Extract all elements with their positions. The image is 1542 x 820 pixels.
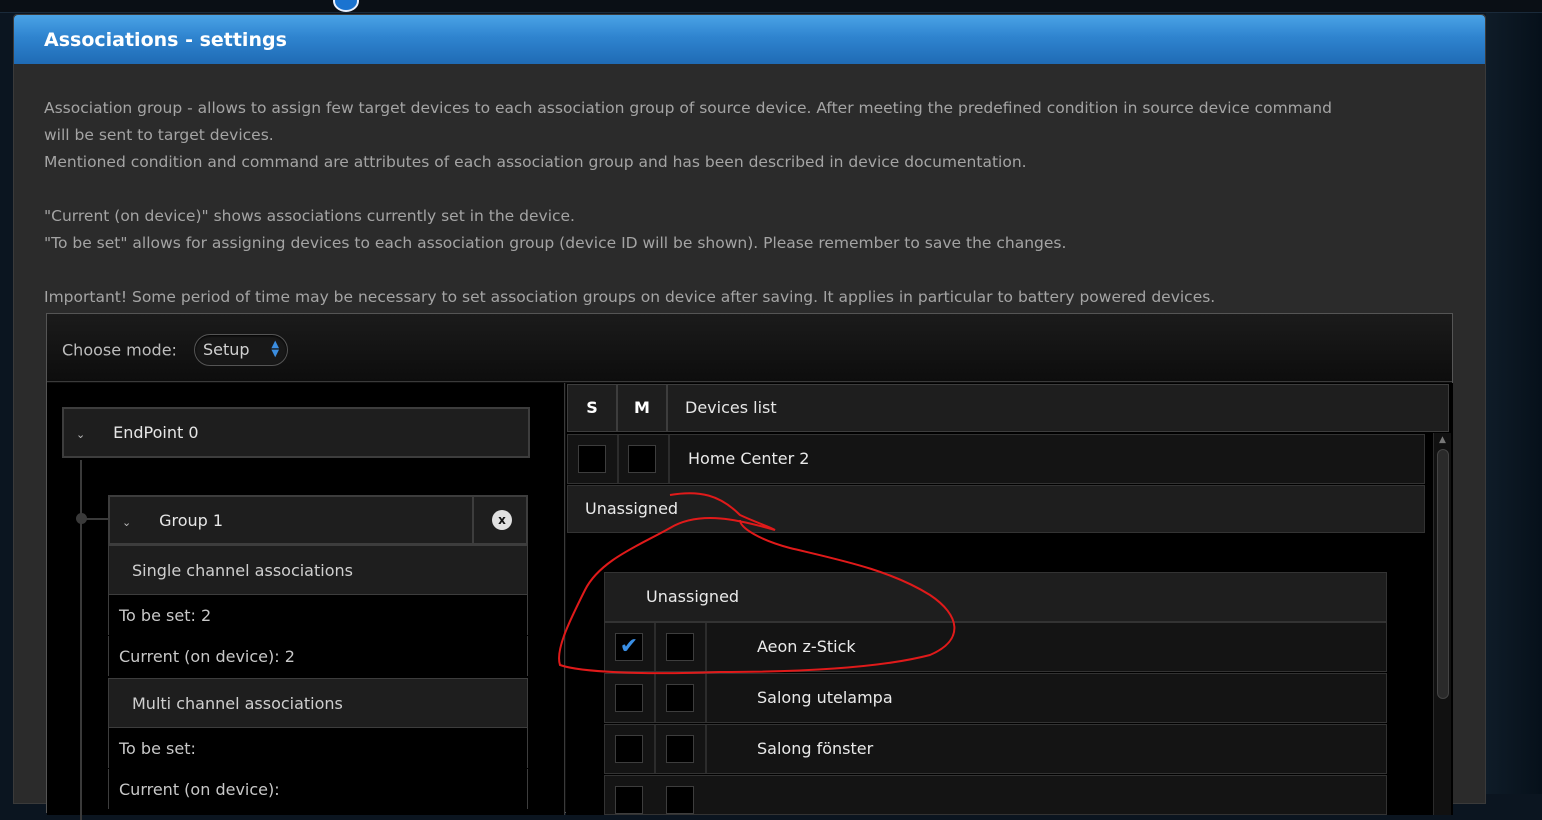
single-channel-label: Single channel associations <box>132 561 353 580</box>
m-checkbox[interactable] <box>666 735 694 763</box>
column-m-header[interactable]: M <box>617 384 667 432</box>
vertical-scrollbar[interactable]: ▲ <box>1433 433 1451 815</box>
select-arrows-icon: ▲ ▼ <box>271 339 280 359</box>
mode-label: Choose mode: <box>62 340 177 360</box>
description-line: Mentioned condition and command are attr… <box>44 153 1027 171</box>
group-divider <box>472 497 474 543</box>
associations-box: Choose mode: Setup ▲ ▼ ⌄ EndPoint 0 ⌄ Gro… <box>46 313 1453 820</box>
scroll-up-icon[interactable]: ▲ <box>1436 435 1449 447</box>
cell-divider <box>654 674 656 722</box>
group-row[interactable]: ⌄ Group 1 x <box>108 495 528 545</box>
subsection-label: Unassigned <box>646 587 740 606</box>
section-label: Unassigned <box>585 499 679 518</box>
description-line: "Current (on device)" shows associations… <box>44 207 575 225</box>
single-channel-header[interactable]: Single channel associations <box>108 545 528 595</box>
info-icon[interactable] <box>333 0 359 12</box>
s-checkbox[interactable] <box>615 735 643 763</box>
cell-divider <box>617 435 619 483</box>
m-checkbox[interactable] <box>666 786 694 814</box>
m-checkbox[interactable] <box>666 633 694 661</box>
s-checkbox-checked[interactable]: ✔ <box>615 633 643 661</box>
description-block: Association group - allows to assign few… <box>44 95 1444 311</box>
page-background-edge <box>1486 13 1542 794</box>
multi-channel-header[interactable]: Multi channel associations <box>108 678 528 728</box>
m-checkbox[interactable] <box>628 445 656 473</box>
section-unassigned[interactable]: Unassigned <box>567 485 1425 533</box>
multi-current-text: Current (on device): <box>119 780 280 799</box>
description-line: will be sent to target devices. <box>44 126 274 144</box>
device-name: Aeon z-Stick <box>757 637 856 656</box>
single-to-be-set-text: To be set: 2 <box>119 606 212 625</box>
description-line: "To be set" allows for assigning devices… <box>44 234 1067 252</box>
m-checkbox[interactable] <box>666 684 694 712</box>
s-checkbox[interactable] <box>578 445 606 473</box>
devices-header-row: S M Devices list <box>567 384 1449 432</box>
devices-list-header: Devices list <box>667 384 1449 432</box>
device-row[interactable]: Salong fönster <box>604 724 1387 774</box>
endpoint-label: EndPoint 0 <box>113 423 199 442</box>
cell-divider <box>654 623 656 671</box>
close-icon[interactable]: x <box>492 510 512 530</box>
cell-divider <box>705 623 707 671</box>
endpoint-row[interactable]: ⌄ EndPoint 0 <box>62 407 530 458</box>
device-row-home-center[interactable]: Home Center 2 <box>567 434 1425 484</box>
cell-divider <box>654 725 656 773</box>
endpoint-tree: ⌄ EndPoint 0 ⌄ Group 1 x Single channel … <box>47 383 565 820</box>
device-row[interactable]: ✔ Aeon z-Stick <box>604 622 1387 672</box>
single-to-be-set: To be set: 2 <box>108 595 528 635</box>
device-name: Salong fönster <box>757 739 874 758</box>
multi-to-be-set-text: To be set: <box>119 739 196 758</box>
multi-channel-label: Multi channel associations <box>132 694 343 713</box>
chevron-down-icon[interactable]: ⌄ <box>76 428 90 441</box>
cell-divider <box>705 674 707 722</box>
panel-header: Associations - settings <box>14 15 1485 64</box>
devices-pane: S M Devices list Home Center 2 Unassigne… <box>566 383 1453 815</box>
cell-divider <box>705 725 707 773</box>
chevron-down-icon[interactable]: ⌄ <box>122 516 136 529</box>
group-label: Group 1 <box>159 511 224 530</box>
description-line <box>44 257 1444 284</box>
tree-node-dot <box>76 513 87 524</box>
cell-divider <box>668 435 670 483</box>
multi-to-be-set: To be set: <box>108 728 528 768</box>
s-checkbox[interactable] <box>615 786 643 814</box>
page-title: Associations - settings <box>44 29 287 51</box>
single-current-text: Current (on device): 2 <box>119 647 295 666</box>
s-checkbox[interactable] <box>615 684 643 712</box>
associations-panel: Associations - settings Association grou… <box>13 14 1486 820</box>
device-name: Home Center 2 <box>688 449 810 468</box>
device-row[interactable]: Salong utelampa <box>604 673 1387 723</box>
mode-select-value: Setup <box>203 340 250 359</box>
subsection-unassigned[interactable]: Unassigned <box>604 572 1387 622</box>
description-line <box>44 176 1444 203</box>
device-row[interactable] <box>604 775 1387 815</box>
mode-bar: Choose mode: Setup ▲ ▼ <box>47 314 1452 382</box>
mode-select[interactable]: Setup ▲ ▼ <box>194 334 289 366</box>
device-name: Salong utelampa <box>757 688 893 707</box>
description-line: Association group - allows to assign few… <box>44 99 1332 117</box>
multi-current: Current (on device): <box>108 769 528 809</box>
description-line: Important! Some period of time may be ne… <box>44 288 1216 306</box>
scrollbar-thumb[interactable] <box>1437 449 1449 699</box>
column-s-header[interactable]: S <box>567 384 617 432</box>
browser-top-strip <box>0 0 1542 13</box>
single-current: Current (on device): 2 <box>108 636 528 676</box>
